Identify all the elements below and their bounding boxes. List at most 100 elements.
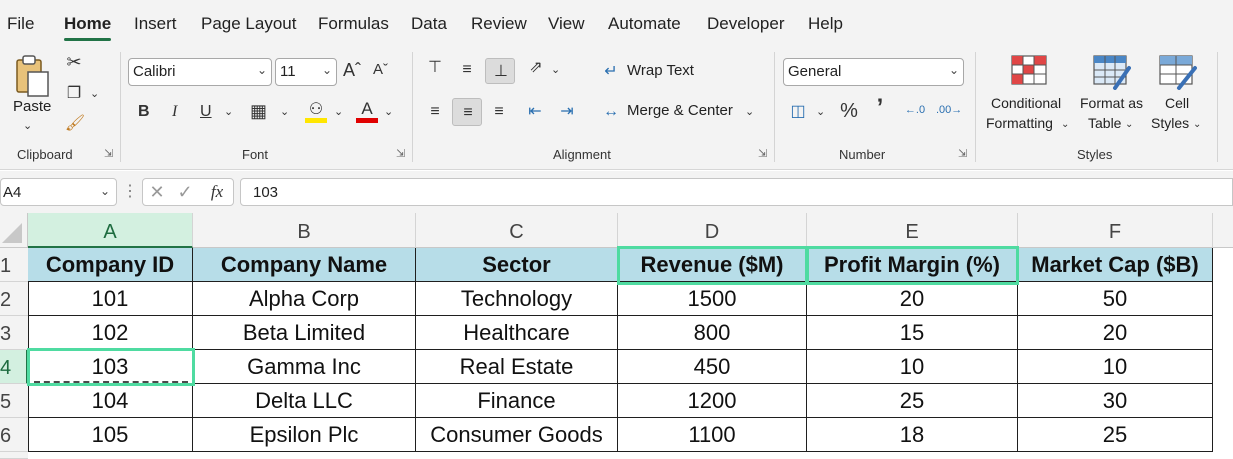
font-color-button[interactable]: A [356, 99, 378, 124]
select-all-button[interactable] [0, 213, 28, 248]
underline-button[interactable]: U [200, 102, 212, 122]
table-cell[interactable]: 1100 [618, 418, 807, 452]
table-cell[interactable]: Healthcare [416, 316, 618, 350]
chevron-down-icon[interactable]: ⌄ [816, 102, 825, 122]
align-top-icon[interactable]: ⊤ [424, 58, 446, 78]
fill-color-button[interactable]: ⚇ [305, 100, 327, 124]
dialog-launcher-icon[interactable]: ⇲ [396, 147, 405, 160]
chevron-down-icon[interactable]: ⌄ [23, 116, 32, 136]
table-cell[interactable]: 104 [28, 384, 193, 418]
tab-home[interactable]: Home [64, 14, 111, 34]
table-cell[interactable]: Consumer Goods [416, 418, 618, 452]
more-options-icon[interactable]: ⋮ [122, 182, 138, 202]
decrease-indent-icon[interactable]: ⇤ [524, 102, 546, 122]
decrease-font-icon[interactable]: Aˇ [373, 60, 388, 80]
column-header-d[interactable]: D [618, 213, 807, 248]
tab-page-layout[interactable]: Page Layout [201, 14, 296, 34]
tab-automate[interactable]: Automate [608, 14, 681, 34]
tab-formulas[interactable]: Formulas [318, 14, 389, 34]
header-cell-market-cap[interactable]: Market Cap ($B) [1018, 248, 1213, 282]
cancel-icon[interactable]: ✕ [147, 182, 167, 202]
merge-center-button[interactable]: ↔ Merge & Center ⌄ [601, 102, 761, 124]
tab-review[interactable]: Review [471, 14, 527, 34]
tab-insert[interactable]: Insert [134, 14, 177, 34]
conditional-formatting-button[interactable]: Conditional Formatting ⌄ [985, 54, 1073, 134]
header-cell-sector[interactable]: Sector [416, 248, 618, 282]
align-left-icon[interactable]: ≡ [424, 102, 446, 122]
table-cell[interactable]: 18 [807, 418, 1018, 452]
font-size-dropdown[interactable]: 11 ⌄ [275, 58, 337, 86]
table-cell[interactable]: 10 [1018, 350, 1213, 384]
percent-style-button[interactable]: % [838, 101, 860, 121]
table-cell[interactable]: Gamma Inc [193, 350, 416, 384]
table-cell[interactable]: 10 [807, 350, 1018, 384]
table-cell[interactable]: Delta LLC [193, 384, 416, 418]
dialog-launcher-icon[interactable]: ⇲ [958, 147, 967, 160]
column-header-e[interactable]: E [807, 213, 1018, 248]
enter-check-icon[interactable]: ✓ [175, 182, 195, 202]
increase-decimal-icon[interactable]: ←.0 [902, 100, 928, 120]
format-as-table-button[interactable]: Format as Table ⌄ [1079, 54, 1149, 134]
dialog-launcher-icon[interactable]: ⇲ [758, 147, 767, 160]
header-cell-profit-margin[interactable]: Profit Margin (%) [807, 248, 1018, 282]
chevron-down-icon[interactable]: ⌄ [90, 84, 99, 104]
row-header-6[interactable]: 6 [0, 418, 28, 452]
column-header-g[interactable] [1213, 213, 1233, 248]
table-cell[interactable]: 25 [1018, 418, 1213, 452]
table-cell[interactable]: 20 [807, 282, 1018, 316]
scissors-icon[interactable]: ✂ [64, 52, 84, 72]
chevron-down-icon[interactable]: ⌄ [224, 102, 233, 122]
align-right-icon[interactable]: ≡ [488, 102, 510, 122]
tab-view[interactable]: View [548, 14, 585, 34]
table-cell[interactable]: Finance [416, 384, 618, 418]
chevron-down-icon[interactable]: ⌄ [384, 102, 393, 122]
column-header-f[interactable]: F [1018, 213, 1213, 248]
tab-developer[interactable]: Developer [707, 14, 785, 34]
insert-function-button[interactable]: fx [205, 182, 229, 202]
bold-button[interactable]: B [138, 102, 150, 122]
borders-icon[interactable]: ▦ [250, 101, 267, 121]
table-cell[interactable]: 102 [28, 316, 193, 350]
table-cell[interactable]: 450 [618, 350, 807, 384]
chevron-down-icon[interactable]: ⌄ [280, 102, 289, 122]
dialog-launcher-icon[interactable]: ⇲ [104, 147, 113, 160]
copy-icon[interactable]: ❐ [63, 84, 85, 104]
column-header-b[interactable]: B [193, 213, 416, 248]
row-header-7[interactable] [0, 452, 28, 459]
format-painter-icon[interactable]: 🖌 [64, 114, 86, 134]
table-cell[interactable]: 15 [807, 316, 1018, 350]
name-box[interactable]: A4 ⌄ [0, 178, 117, 206]
accounting-format-icon[interactable]: ◫ [787, 102, 809, 122]
number-format-dropdown[interactable]: General ⌄ [783, 58, 964, 86]
table-cell[interactable]: 1200 [618, 384, 807, 418]
align-center-button[interactable]: ≡ [452, 98, 482, 126]
orientation-icon[interactable]: ⇗ [524, 58, 548, 78]
formula-input[interactable]: 103 [240, 178, 1233, 206]
cell-styles-button[interactable]: Cell Styles ⌄ [1149, 54, 1209, 134]
paste-button[interactable] [14, 54, 52, 98]
header-cell-company-id[interactable]: Company ID [28, 248, 193, 282]
table-cell[interactable]: 105 [28, 418, 193, 452]
table-cell[interactable]: Beta Limited [193, 316, 416, 350]
row-header-5[interactable]: 5 [0, 384, 28, 418]
wrap-text-button[interactable]: ↵ Wrap Text [601, 62, 711, 84]
table-cell[interactable]: 20 [1018, 316, 1213, 350]
table-cell[interactable]: Epsilon Plc [193, 418, 416, 452]
row-header-1[interactable]: 1 [0, 248, 28, 282]
tab-data[interactable]: Data [411, 14, 447, 34]
decrease-decimal-icon[interactable]: .00→ [936, 100, 962, 120]
table-cell[interactable]: 30 [1018, 384, 1213, 418]
table-cell[interactable]: 101 [28, 282, 193, 316]
table-cell[interactable]: 800 [618, 316, 807, 350]
increase-indent-icon[interactable]: ⇥ [556, 102, 578, 122]
table-cell[interactable]: 25 [807, 384, 1018, 418]
align-middle-icon[interactable]: ≡ [456, 60, 478, 80]
comma-style-button[interactable]: ’ [870, 96, 890, 120]
column-header-a[interactable]: A [28, 213, 193, 248]
table-cell[interactable]: Alpha Corp [193, 282, 416, 316]
row-header-4[interactable]: 4 [0, 350, 28, 384]
increase-font-icon[interactable]: Aˆ [343, 60, 361, 80]
chevron-down-icon[interactable]: ⌄ [334, 102, 343, 122]
row-header-2[interactable]: 2 [0, 282, 28, 316]
tab-help[interactable]: Help [808, 14, 843, 34]
